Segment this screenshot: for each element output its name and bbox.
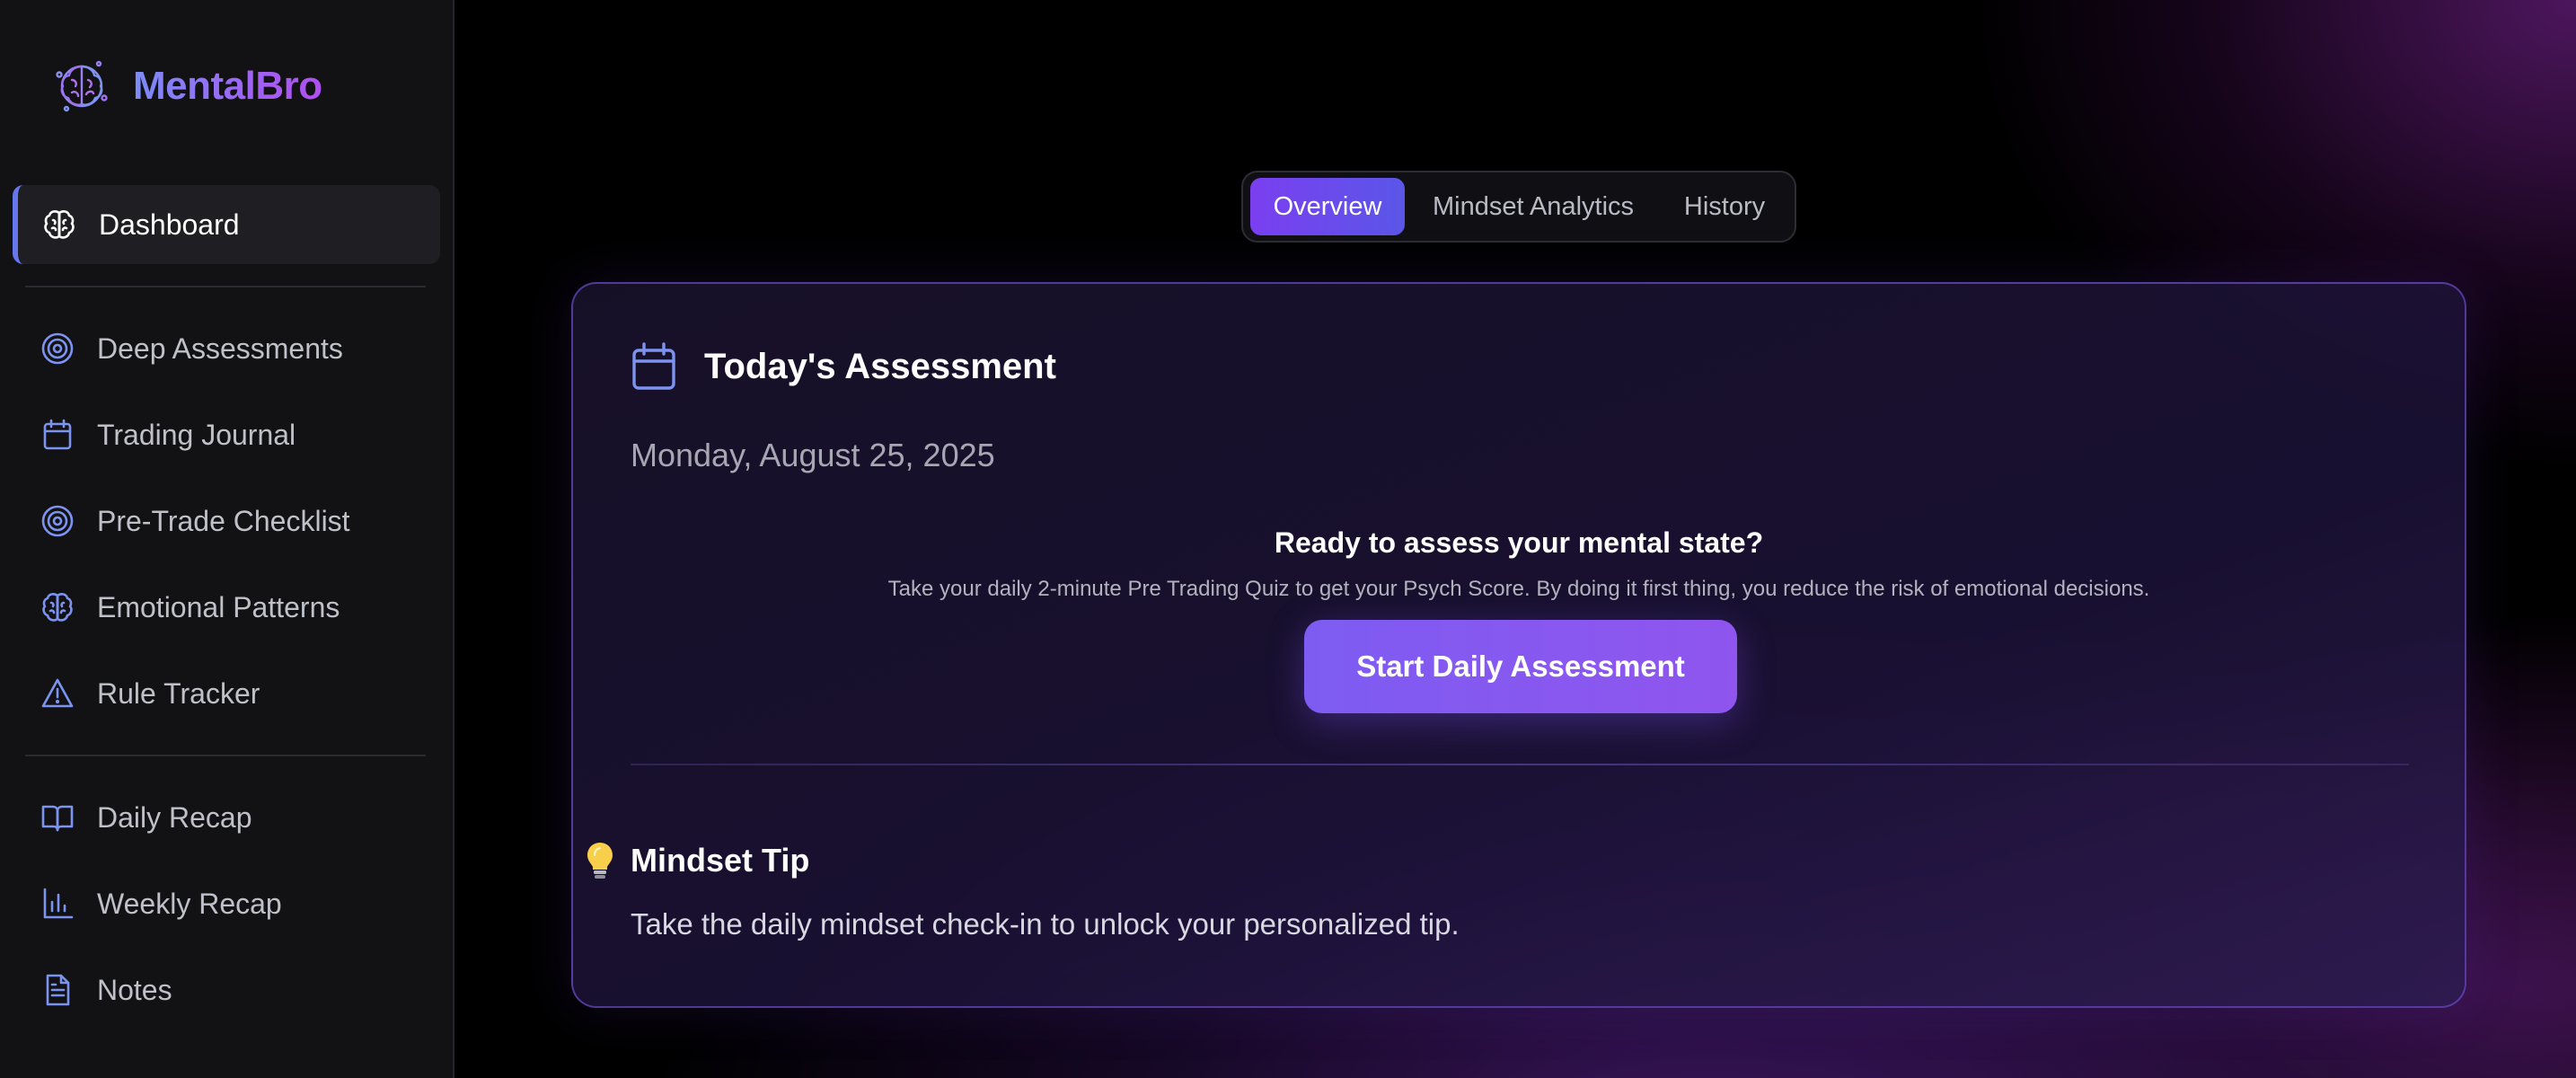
open-book-icon: [40, 800, 75, 835]
mindset-tip-title: Mindset Tip: [631, 842, 810, 879]
cta-description: Take your daily 2-minute Pre Trading Qui…: [887, 577, 2150, 601]
start-daily-assessment-button[interactable]: Start Daily Assessment: [1304, 620, 1737, 713]
tab-overview[interactable]: Overview: [1250, 178, 1405, 235]
sidebar-item-label: Emotional Patterns: [97, 590, 340, 623]
sidebar-item-label: Rule Tracker: [97, 676, 260, 710]
sidebar-item-label: Daily Recap: [97, 800, 252, 834]
sidebar-item-label: Deep Assessments: [97, 331, 343, 365]
sidebar-item-weekly-recap[interactable]: Weekly Recap: [13, 864, 440, 943]
calendar-icon: [631, 341, 677, 392]
sidebar-item-label: Weekly Recap: [97, 887, 282, 920]
mindset-tip-text: Take the daily mindset check-in to unloc…: [631, 907, 1460, 941]
sidebar-item-label: Trading Journal: [97, 418, 296, 451]
view-tabs: Overview Mindset Analytics History: [1241, 171, 1796, 243]
brain-icon: [41, 207, 77, 243]
card-divider: [631, 764, 2409, 765]
card-title: Today's Assessment: [704, 346, 1056, 386]
app-root: MentalBro Dashboard Deep Assessments Tra…: [0, 0, 2576, 1078]
sidebar-item-dashboard[interactable]: Dashboard: [13, 185, 440, 264]
sidebar-item-label: Dashboard: [99, 208, 240, 241]
bar-chart-icon: [40, 886, 75, 922]
cta-heading: Ready to assess your mental state?: [1274, 526, 1764, 559]
calendar-icon: [40, 417, 75, 453]
warning-triangle-icon: [40, 676, 75, 711]
brain-icon: [40, 589, 75, 625]
tab-history[interactable]: History: [1662, 178, 1787, 235]
sidebar-divider: [25, 286, 426, 287]
sidebar-item-pre-trade-checklist[interactable]: Pre-Trade Checklist: [13, 482, 440, 561]
sidebar: MentalBro Dashboard Deep Assessments Tra…: [0, 0, 454, 1078]
logo[interactable]: MentalBro: [52, 56, 322, 117]
todays-assessment-card: Today's Assessment Monday, August 25, 20…: [571, 282, 2466, 1008]
tab-mindset-analytics[interactable]: Mindset Analytics: [1405, 178, 1662, 235]
sidebar-divider: [25, 755, 426, 756]
sidebar-item-trading-journal[interactable]: Trading Journal: [13, 395, 440, 474]
sidebar-item-notes[interactable]: Notes: [13, 950, 440, 1029]
mindset-tip-header: Mindset Tip: [580, 841, 809, 880]
sidebar-item-emotional-patterns[interactable]: Emotional Patterns: [13, 568, 440, 647]
sidebar-item-daily-recap[interactable]: Daily Recap: [13, 778, 440, 857]
card-header: Today's Assessment: [631, 341, 1056, 392]
sidebar-item-rule-tracker[interactable]: Rule Tracker: [13, 654, 440, 733]
sidebar-item-deep-assessments[interactable]: Deep Assessments: [13, 309, 440, 388]
brain-logo-icon: [52, 57, 111, 116]
sidebar-item-label: Notes: [97, 973, 172, 1006]
target-icon: [40, 503, 75, 539]
main-content: Overview Mindset Analytics History Today…: [454, 0, 2576, 1078]
sidebar-item-label: Pre-Trade Checklist: [97, 504, 350, 537]
lightbulb-icon: [580, 841, 620, 880]
document-icon: [40, 972, 75, 1008]
target-icon: [40, 331, 75, 367]
assessment-date: Monday, August 25, 2025: [631, 437, 995, 473]
app-name: MentalBro: [133, 64, 322, 108]
